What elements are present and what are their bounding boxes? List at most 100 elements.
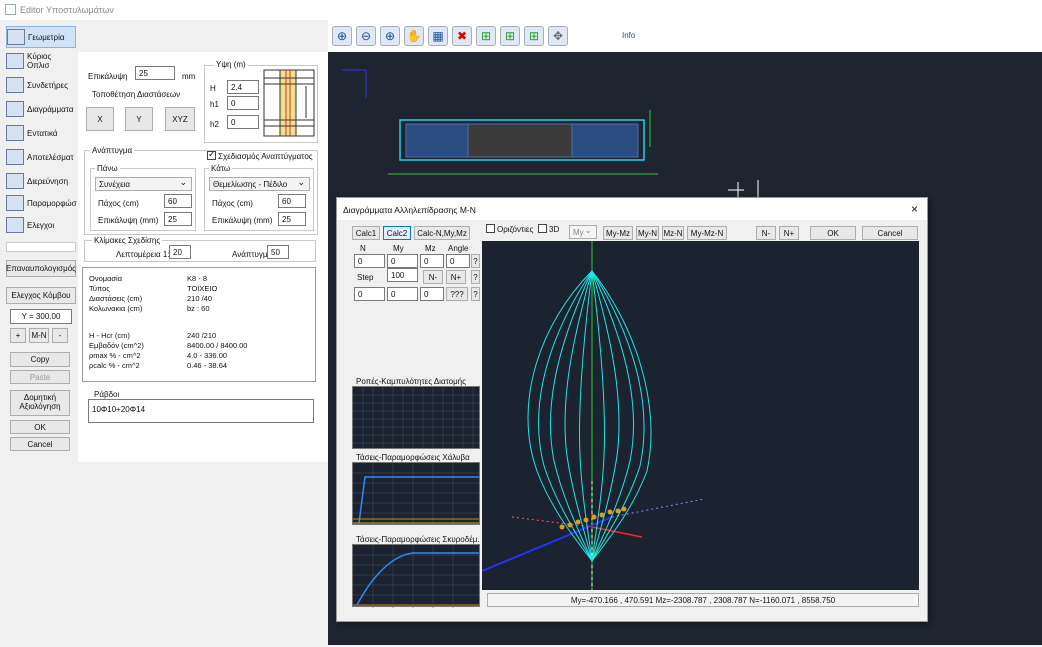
close-icon[interactable]: × <box>911 202 918 216</box>
my-mz-button[interactable]: My-Mz <box>603 226 633 240</box>
draw-anaptygma-checkbox[interactable]: ✓ <box>207 149 216 160</box>
pan-hand-icon[interactable]: ✋ <box>404 26 424 46</box>
axis-select[interactable]: My <box>569 225 597 239</box>
nav-diagrams[interactable]: Διαγράμματα <box>6 98 76 120</box>
my-input[interactable]: 0 <box>387 254 418 268</box>
rabdoi-field[interactable]: 10Φ10+20Φ14 <box>88 399 314 423</box>
horizontal-checkbox[interactable] <box>486 224 495 233</box>
col-my-label: My <box>393 244 404 253</box>
top-thick-input[interactable]: 60 <box>164 194 192 208</box>
nav-geometry[interactable]: Γεωμετρία <box>6 26 76 48</box>
bottom-cover-label: Επικάλυψη (mm) <box>212 216 273 225</box>
col-angle-label: Angle <box>448 244 469 253</box>
3d-label: 3D <box>549 225 560 234</box>
n-input[interactable]: 0 <box>354 254 385 268</box>
plus-button[interactable]: + <box>10 328 26 343</box>
info-link[interactable]: Info <box>622 31 635 40</box>
assessment-button[interactable]: Δομητική Αξιολόγηση <box>10 390 70 416</box>
bottom-select[interactable]: Θεμελίωσης - Πέδιλο <box>209 177 310 191</box>
mz2-input[interactable]: 0 <box>420 287 444 301</box>
3d-checkbox[interactable] <box>538 224 547 233</box>
nav-deformations[interactable]: Παραμορφώσ <box>6 192 77 214</box>
step-input[interactable]: 100 <box>387 268 418 282</box>
my-mz-n-button[interactable]: My-Mz-N <box>687 226 727 240</box>
nav-results[interactable]: Αποτελέσματ <box>6 146 76 168</box>
zoom-in-icon[interactable]: ⊕ <box>332 26 352 46</box>
step-n-minus-button[interactable]: N- <box>423 270 443 284</box>
n2-input[interactable]: 0 <box>354 287 385 301</box>
anapt-scale-input[interactable]: 50 <box>267 245 289 259</box>
nav-investigation[interactable]: Διερεύνηση <box>6 170 76 192</box>
delete-icon[interactable]: ✖ <box>452 26 472 46</box>
cover-input[interactable]: 25 <box>135 66 175 80</box>
nav-checks[interactable]: Ελεγχοι <box>6 214 76 236</box>
steel-stress-strain-plot <box>352 462 480 525</box>
info-row: H - Hcr (cm) 240 /210 <box>89 331 217 340</box>
interaction-surface-plot[interactable] <box>481 241 919 590</box>
x-button[interactable]: X <box>86 107 114 131</box>
info-row: Ονομασία K8 - 8 <box>89 274 208 283</box>
nav-forces[interactable]: Εντατικά <box>6 122 76 144</box>
top-cover-input[interactable]: 25 <box>164 212 192 226</box>
flow-title: Ροπές-Καμπυλότητες Διατομής <box>356 377 466 386</box>
y-value-field[interactable]: Y = 300.00 <box>10 309 72 324</box>
minus-button[interactable]: - <box>52 328 68 343</box>
copy-button[interactable]: Copy <box>10 352 70 367</box>
h2-input[interactable]: 0 <box>227 115 259 129</box>
help-button-3[interactable]: ? <box>471 287 480 301</box>
add-bars-y-icon[interactable]: ⊞ <box>524 26 544 46</box>
bottom-title: Κάτω <box>209 164 233 173</box>
calc2-button[interactable]: Calc2 <box>383 226 411 240</box>
h-input[interactable]: 2.4 <box>227 80 259 94</box>
help-button-2[interactable]: ? <box>471 270 480 284</box>
xyz-button[interactable]: XYZ <box>165 107 195 131</box>
add-bars-icon[interactable]: ⊞ <box>476 26 496 46</box>
bottom-cover-input[interactable]: 25 <box>278 212 306 226</box>
nav-stirrups[interactable]: Συνδετήρες <box>6 74 76 96</box>
top-select[interactable]: Συνέχεια <box>95 177 192 191</box>
mz-n-button[interactable]: Mz-N <box>662 226 684 240</box>
paste-button[interactable]: Paste <box>10 370 70 384</box>
add-bars-x-icon[interactable]: ⊞ <box>500 26 520 46</box>
horizontal-label: Οριζόντιες <box>497 225 534 234</box>
help-button[interactable]: ? <box>471 254 480 268</box>
y-button[interactable]: Y <box>125 107 153 131</box>
move-icon[interactable]: ✥ <box>548 26 568 46</box>
top-title: Πάνω <box>95 164 120 173</box>
step-n-plus-button[interactable]: N+ <box>446 270 466 284</box>
ok-button[interactable]: OK <box>10 420 70 434</box>
my2-input[interactable]: 0 <box>387 287 418 301</box>
nav-scrollbar[interactable] <box>6 242 76 252</box>
n-minus-button[interactable]: N- <box>756 226 776 240</box>
recalc-button[interactable]: Επαναυπολογισμός <box>6 260 76 277</box>
top-cover-label: Επικάλυψη (mm) <box>98 216 159 225</box>
rebar-table-icon[interactable]: ▦ <box>428 26 448 46</box>
rebar-icon <box>6 53 24 69</box>
mn-button[interactable]: M-N <box>29 328 49 343</box>
col-n-label: N <box>360 244 366 253</box>
mz-input[interactable]: 0 <box>420 254 444 268</box>
bottom-thick-input[interactable]: 60 <box>278 194 306 208</box>
dialog-ok-button[interactable]: OK <box>810 226 856 240</box>
zoom-out-icon[interactable]: ⊖ <box>356 26 376 46</box>
my-n-button[interactable]: My-N <box>636 226 659 240</box>
info-row: ρmax % - cm^2 4.0 - 336.00 <box>89 351 228 360</box>
dialog-cancel-button[interactable]: Cancel <box>862 226 918 240</box>
zoom-extents-icon[interactable]: ⊕ <box>380 26 400 46</box>
geometry-icon <box>7 29 25 45</box>
column-height-sketch <box>263 69 315 137</box>
node-check-button[interactable]: Ελεγχος Κόμβου <box>6 287 76 304</box>
detail-scale-input[interactable]: 20 <box>169 245 191 259</box>
cancel-button[interactable]: Cancel <box>10 437 70 451</box>
calc1-button[interactable]: Calc1 <box>352 226 380 240</box>
diagram-icon <box>6 101 24 117</box>
angle-input[interactable]: 0 <box>446 254 470 268</box>
calc-n-my-mz-button[interactable]: Calc-N,My,Mz <box>414 226 470 240</box>
n-plus-button[interactable]: N+ <box>779 226 799 240</box>
draw-anaptygma-label: Σχεδιασμός Αναπτύγματος <box>218 152 313 161</box>
title-bar: Editor Υποστυλωμάτων <box>0 0 1042 20</box>
h1-input[interactable]: 0 <box>227 96 259 110</box>
triple-help-button[interactable]: ??? <box>446 287 468 301</box>
nav-main-reinforcement[interactable]: Κύριος Οπλισ <box>6 50 76 72</box>
top-thick-label: Πάχος (cm) <box>98 199 139 208</box>
